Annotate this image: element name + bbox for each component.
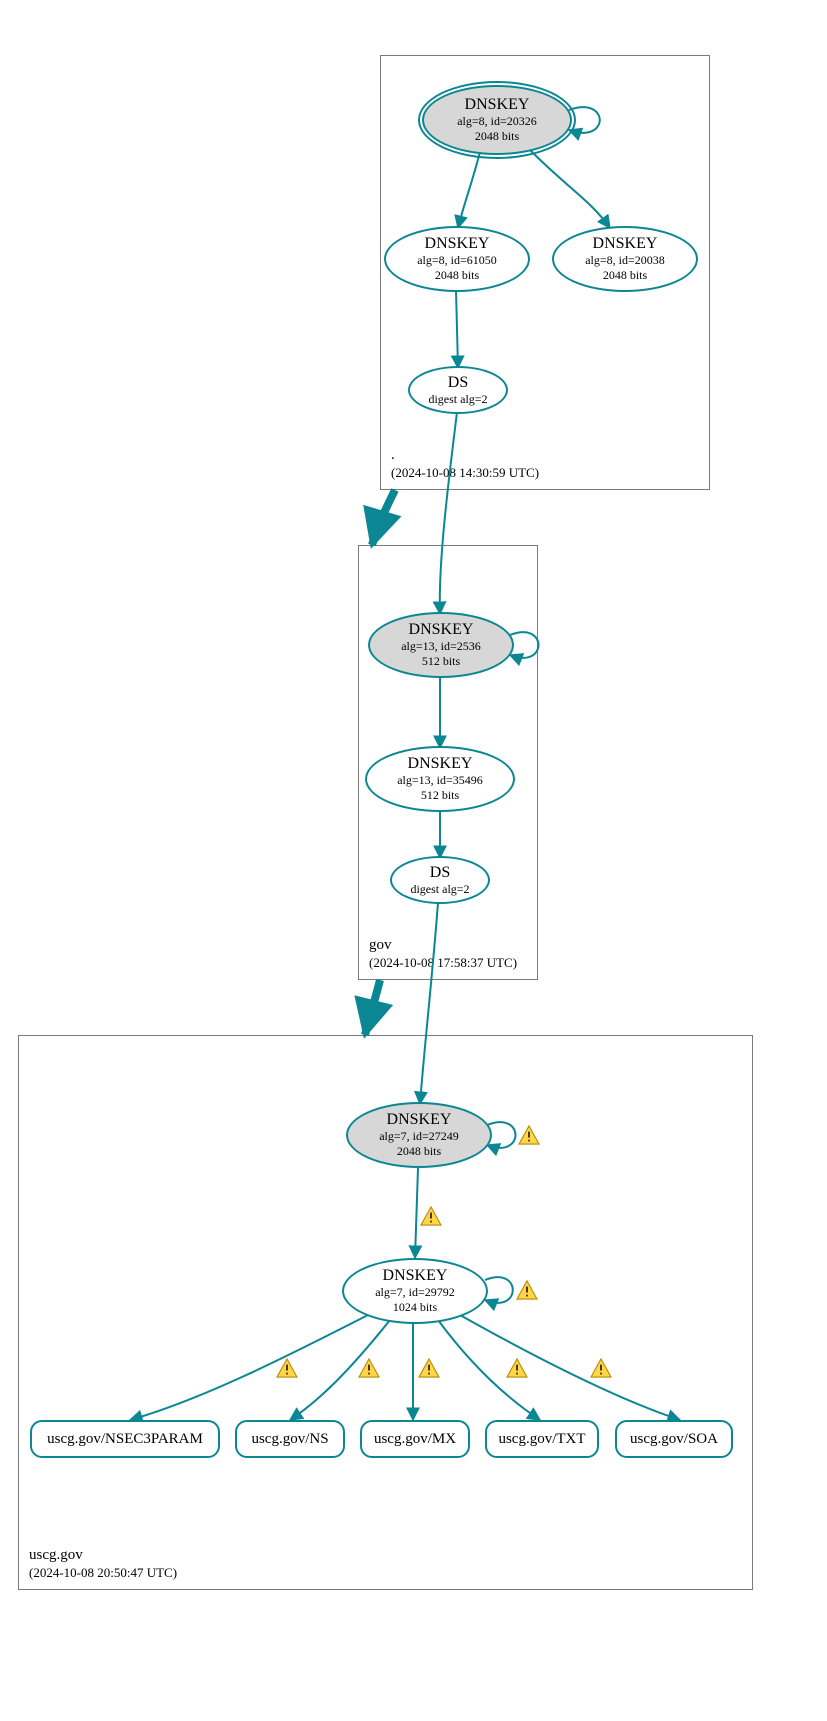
- root-ds-node: DS digest alg=2: [408, 366, 508, 414]
- warning-icon: [518, 1125, 540, 1145]
- gov-ds-title: DS: [430, 864, 450, 882]
- uscg-zsk-bits: 1024 bits: [393, 1300, 437, 1315]
- zone-uscg-timestamp: (2024-10-08 20:50:47 UTC): [29, 1565, 177, 1581]
- warning-icon: [516, 1280, 538, 1300]
- gov-zsk-alg: alg=13, id=35496: [397, 773, 483, 788]
- root-ds-title: DS: [448, 374, 468, 392]
- uscg-ksk-title: DNSKEY: [387, 1111, 452, 1129]
- warning-icon: [506, 1358, 528, 1378]
- root-ksk-alg: alg=8, id=20326: [457, 114, 537, 129]
- zone-gov-timestamp: (2024-10-08 17:58:37 UTC): [369, 955, 517, 971]
- root-zsk-node: DNSKEY alg=8, id=61050 2048 bits: [384, 226, 530, 292]
- warning-icon: [276, 1358, 298, 1378]
- uscg-ksk-alg: alg=7, id=27249: [379, 1129, 459, 1144]
- gov-ds-digest: digest alg=2: [410, 882, 469, 897]
- rrset-ns: uscg.gov/NS: [235, 1420, 345, 1458]
- root-ksk-bits: 2048 bits: [475, 129, 519, 144]
- uscg-ksk-bits: 2048 bits: [397, 1144, 441, 1159]
- warning-icon: [358, 1358, 380, 1378]
- dnssec-chain-diagram: . (2024-10-08 14:30:59 UTC) gov (2024-10…: [0, 0, 827, 1721]
- zone-root-timestamp: (2024-10-08 14:30:59 UTC): [391, 465, 539, 481]
- gov-ksk-bits: 512 bits: [422, 654, 460, 669]
- gov-zsk-title: DNSKEY: [408, 755, 473, 773]
- root-dnskey3-alg: alg=8, id=20038: [585, 253, 665, 268]
- rrset-ns-label: uscg.gov/NS: [251, 1431, 328, 1448]
- zone-root-name: .: [391, 446, 539, 465]
- root-dnskey3-title: DNSKEY: [593, 235, 658, 253]
- gov-ksk-title: DNSKEY: [409, 621, 474, 639]
- uscg-ksk-node: DNSKEY alg=7, id=27249 2048 bits: [346, 1102, 492, 1168]
- zone-uscg-name: uscg.gov: [29, 1546, 177, 1565]
- root-zsk-alg: alg=8, id=61050: [417, 253, 497, 268]
- root-dnskey3-node: DNSKEY alg=8, id=20038 2048 bits: [552, 226, 698, 292]
- uscg-zsk-alg: alg=7, id=29792: [375, 1285, 455, 1300]
- root-ds-digest: digest alg=2: [428, 392, 487, 407]
- rrset-nsec3param-label: uscg.gov/NSEC3PARAM: [47, 1431, 203, 1448]
- rrset-soa-label: uscg.gov/SOA: [630, 1431, 718, 1448]
- zone-gov-label: gov (2024-10-08 17:58:37 UTC): [369, 936, 517, 971]
- rrset-txt-label: uscg.gov/TXT: [498, 1431, 585, 1448]
- zone-root-label: . (2024-10-08 14:30:59 UTC): [391, 446, 539, 481]
- root-ksk-title: DNSKEY: [465, 96, 530, 114]
- root-zsk-bits: 2048 bits: [435, 268, 479, 283]
- warning-icon: [420, 1206, 442, 1226]
- warning-icon: [418, 1358, 440, 1378]
- gov-ksk-alg: alg=13, id=2536: [401, 639, 481, 654]
- root-ksk-node: DNSKEY alg=8, id=20326 2048 bits: [422, 85, 572, 155]
- rrset-mx-label: uscg.gov/MX: [374, 1431, 456, 1448]
- gov-zsk-node: DNSKEY alg=13, id=35496 512 bits: [365, 746, 515, 812]
- rrset-nsec3param: uscg.gov/NSEC3PARAM: [30, 1420, 220, 1458]
- zone-uscg-label: uscg.gov (2024-10-08 20:50:47 UTC): [29, 1546, 177, 1581]
- zone-gov-name: gov: [369, 936, 517, 955]
- rrset-soa: uscg.gov/SOA: [615, 1420, 733, 1458]
- gov-ds-node: DS digest alg=2: [390, 856, 490, 904]
- warning-icon: [590, 1358, 612, 1378]
- rrset-txt: uscg.gov/TXT: [485, 1420, 599, 1458]
- uscg-zsk-title: DNSKEY: [383, 1267, 448, 1285]
- gov-ksk-node: DNSKEY alg=13, id=2536 512 bits: [368, 612, 514, 678]
- root-dnskey3-bits: 2048 bits: [603, 268, 647, 283]
- uscg-zsk-node: DNSKEY alg=7, id=29792 1024 bits: [342, 1258, 488, 1324]
- root-zsk-title: DNSKEY: [425, 235, 490, 253]
- rrset-mx: uscg.gov/MX: [360, 1420, 470, 1458]
- gov-zsk-bits: 512 bits: [421, 788, 459, 803]
